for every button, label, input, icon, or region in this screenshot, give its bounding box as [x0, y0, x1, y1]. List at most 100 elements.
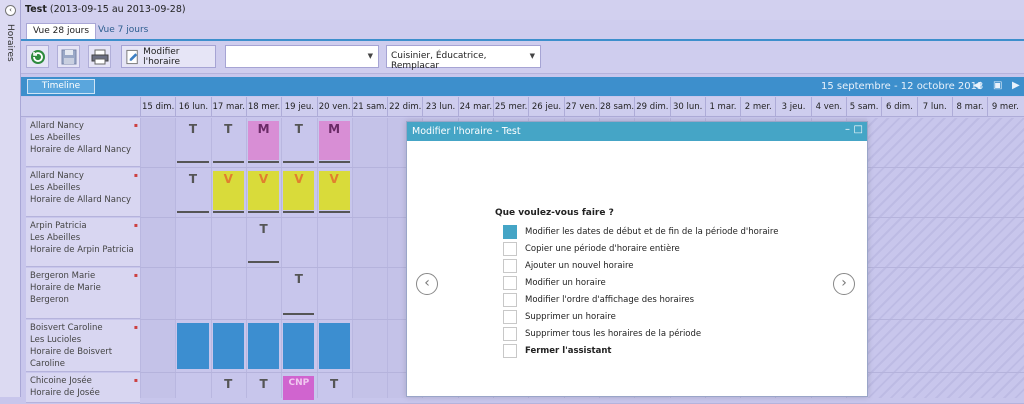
employee-row-label[interactable]: Chicoine Josée Horaire de Josée ▪ — [26, 373, 140, 403]
save-button[interactable] — [57, 45, 80, 68]
shift-underline — [283, 161, 315, 163]
dialog-option[interactable]: Copier une période d'horaire entière — [503, 242, 680, 256]
shift-block[interactable] — [283, 323, 315, 369]
employee-label-line: Les Abeilles — [30, 233, 81, 243]
day-header-cell: 16 lun. — [175, 97, 210, 117]
tab-bar: Vue 28 jours Vue 7 jours — [21, 20, 1024, 40]
option-checkbox[interactable] — [503, 293, 517, 307]
employee-row-label[interactable]: Allard Nancy Les Abeilles Horaire de Allar… — [26, 118, 140, 167]
day-header-cell: 19 jeu. — [281, 97, 316, 117]
day-column — [140, 118, 176, 398]
shift-block[interactable] — [212, 323, 244, 369]
shift-block[interactable]: T — [177, 171, 208, 189]
calendar-icon[interactable]: ▣ — [993, 80, 1002, 91]
shift-block[interactable]: T — [283, 271, 314, 289]
dialog-question: Que voulez-vous faire ? — [495, 208, 614, 218]
row-marker-icon: ▪ — [133, 324, 138, 331]
minimize-icon[interactable]: – — [845, 124, 850, 135]
out-of-period-hatch — [867, 118, 1024, 398]
employee-label-line: Horaire de Marie — [30, 283, 101, 293]
option-checkbox[interactable] — [503, 310, 517, 324]
print-button[interactable] — [88, 45, 111, 68]
modifier-horaire-button[interactable]: Modifier l'horaire — [121, 45, 216, 68]
shift-block[interactable] — [247, 323, 280, 369]
option-checkbox[interactable] — [503, 344, 517, 358]
shift-block[interactable]: T — [248, 221, 279, 239]
job-filter-dropdown[interactable]: Cuisinier, Éducatrice, Remplacar ▼ — [386, 45, 541, 71]
option-label: Fermer l'assistant — [525, 346, 612, 356]
tab-vue-7-jours[interactable]: Vue 7 jours — [92, 23, 154, 40]
dialog-option[interactable]: Supprimer un horaire — [503, 310, 616, 324]
dialog-option[interactable]: Fermer l'assistant — [503, 344, 611, 358]
shift-underline — [177, 161, 209, 163]
option-label: Modifier l'ordre d'affichage des horaire… — [525, 295, 695, 305]
shift-block[interactable]: V — [318, 171, 350, 210]
day-header-cell: 6 dim. — [881, 97, 916, 117]
shift-block[interactable]: V — [283, 171, 315, 210]
shift-block[interactable]: M — [247, 121, 280, 160]
option-checkbox[interactable] — [503, 327, 517, 341]
option-label: Supprimer un horaire — [525, 312, 616, 322]
shift-block[interactable]: T — [213, 376, 244, 394]
employee-row-label[interactable]: Arpin Patricia Les Abeilles Horaire de Arp… — [26, 218, 140, 267]
employee-label-line: Allard Nancy — [30, 171, 84, 181]
day-header-cell: 18 mer. — [245, 97, 281, 117]
chevron-down-icon: ▼ — [367, 52, 373, 60]
maximize-icon[interactable]: □ — [854, 124, 863, 135]
next-period-icon[interactable]: ▶ — [1012, 80, 1020, 91]
option-checkbox[interactable] — [503, 276, 517, 290]
shift-block[interactable]: M — [318, 121, 350, 160]
shift-block[interactable]: T — [213, 121, 244, 139]
dialog-option[interactable]: Modifier un horaire — [503, 276, 606, 290]
option-label: Modifier un horaire — [525, 278, 606, 288]
shift-underline — [283, 211, 315, 213]
sidebar-label-horaires[interactable]: Horaires — [5, 24, 15, 62]
day-header-cell: 15 dim. — [140, 97, 175, 117]
dialog-option[interactable]: Ajouter un nouvel horaire — [503, 259, 634, 273]
shift-block[interactable]: T — [177, 121, 208, 139]
title-bar: Test (2013-09-15 au 2013-09-28) — [21, 0, 1024, 20]
shift-block[interactable]: V — [212, 171, 244, 210]
option-checkbox[interactable] — [503, 242, 517, 256]
dialog-option[interactable]: Modifier l'ordre d'affichage des horaire… — [503, 293, 694, 307]
modifier-horaire-dialog: Modifier l'horaire - Test – □ Que voulez… — [406, 121, 868, 397]
employee-label-line: Chicoine Josée — [30, 376, 92, 386]
filter-dropdown-1[interactable]: ▼ — [225, 45, 379, 68]
shift-underline — [177, 211, 209, 213]
day-header-cell: 24 mar. — [457, 97, 493, 117]
chevron-left-icon[interactable]: ‹ — [5, 5, 16, 16]
employee-label-line: Horaire de Boisvert — [30, 347, 113, 357]
shift-block[interactable]: CNP — [283, 376, 315, 400]
refresh-icon — [30, 49, 45, 64]
shift-block[interactable] — [177, 323, 209, 369]
shift-block[interactable]: V — [247, 171, 280, 210]
option-label: Ajouter un nouvel horaire — [525, 261, 634, 271]
dialog-option[interactable]: Modifier les dates de début et de fin de… — [503, 225, 778, 239]
shift-block[interactable] — [318, 323, 350, 369]
option-checkbox[interactable] — [503, 225, 517, 239]
employee-label-line: Les Lucioles — [30, 335, 82, 345]
arrow-right-circle-icon[interactable]: › — [833, 273, 855, 295]
option-checkbox[interactable] — [503, 259, 517, 273]
employee-row-label[interactable]: Allard Nancy Les Abeilles Horaire de Allar… — [26, 168, 140, 217]
prev-period-icon[interactable]: ◀ — [973, 80, 981, 91]
arrow-left-circle-icon[interactable]: ‹ — [416, 273, 438, 295]
shift-block[interactable]: T — [283, 121, 314, 139]
employee-label-line: Bergeron Marie — [30, 271, 96, 281]
page-subtitle: (2013-09-15 au 2013-09-28) — [49, 4, 186, 15]
shift-block[interactable]: T — [248, 376, 279, 394]
employee-label-line: Horaire de Arpin Patricia — [30, 245, 134, 255]
employee-row-label[interactable]: Boisvert Caroline Les Lucioles Horaire de … — [26, 320, 140, 372]
employee-row-label[interactable]: Bergeron Marie Horaire de Marie Bergeron ▪ — [26, 268, 140, 319]
shift-block[interactable]: T — [319, 376, 350, 394]
row-marker-icon: ▪ — [133, 222, 138, 229]
modifier-horaire-label: Modifier l'horaire — [143, 46, 181, 67]
print-icon — [91, 49, 108, 64]
shift-underline — [318, 211, 350, 213]
dialog-option[interactable]: Supprimer tous les horaires de la périod… — [503, 327, 701, 341]
employee-label-line: Arpin Patricia — [30, 221, 87, 231]
refresh-button[interactable] — [26, 45, 49, 68]
timeline-button[interactable]: Timeline — [27, 79, 95, 94]
day-header-cell: 29 dim. — [634, 97, 669, 117]
tab-vue-28-jours[interactable]: Vue 28 jours — [26, 23, 97, 40]
